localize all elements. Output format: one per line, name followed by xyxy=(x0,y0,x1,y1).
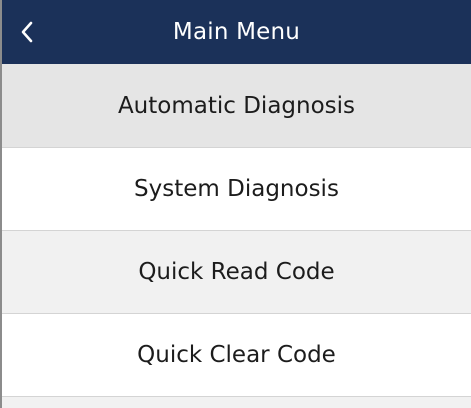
menu-item-system-diagnosis[interactable]: System Diagnosis xyxy=(2,148,471,231)
menu-item-label: Automatic Diagnosis xyxy=(117,92,356,119)
menu-item-label: Quick Read Code xyxy=(138,259,335,285)
chevron-left-icon xyxy=(21,21,33,43)
menu-item-label: System Diagnosis xyxy=(134,176,339,202)
main-menu-screen: Main Menu Automatic Diagnosis System Dia… xyxy=(0,0,471,408)
header-bar: Main Menu xyxy=(2,0,471,64)
page-title: Main Menu xyxy=(172,19,301,45)
menu-item-quick-read-code[interactable]: Quick Read Code xyxy=(2,231,471,314)
menu-item-automatic-diagnosis[interactable]: Automatic Diagnosis xyxy=(2,64,471,148)
menu-item-partial[interactable] xyxy=(2,397,471,408)
main-menu-list: Automatic Diagnosis System Diagnosis Qui… xyxy=(2,64,471,408)
menu-item-label: Quick Clear Code xyxy=(137,342,336,368)
back-button[interactable] xyxy=(20,0,60,64)
menu-item-quick-clear-code[interactable]: Quick Clear Code xyxy=(2,314,471,397)
